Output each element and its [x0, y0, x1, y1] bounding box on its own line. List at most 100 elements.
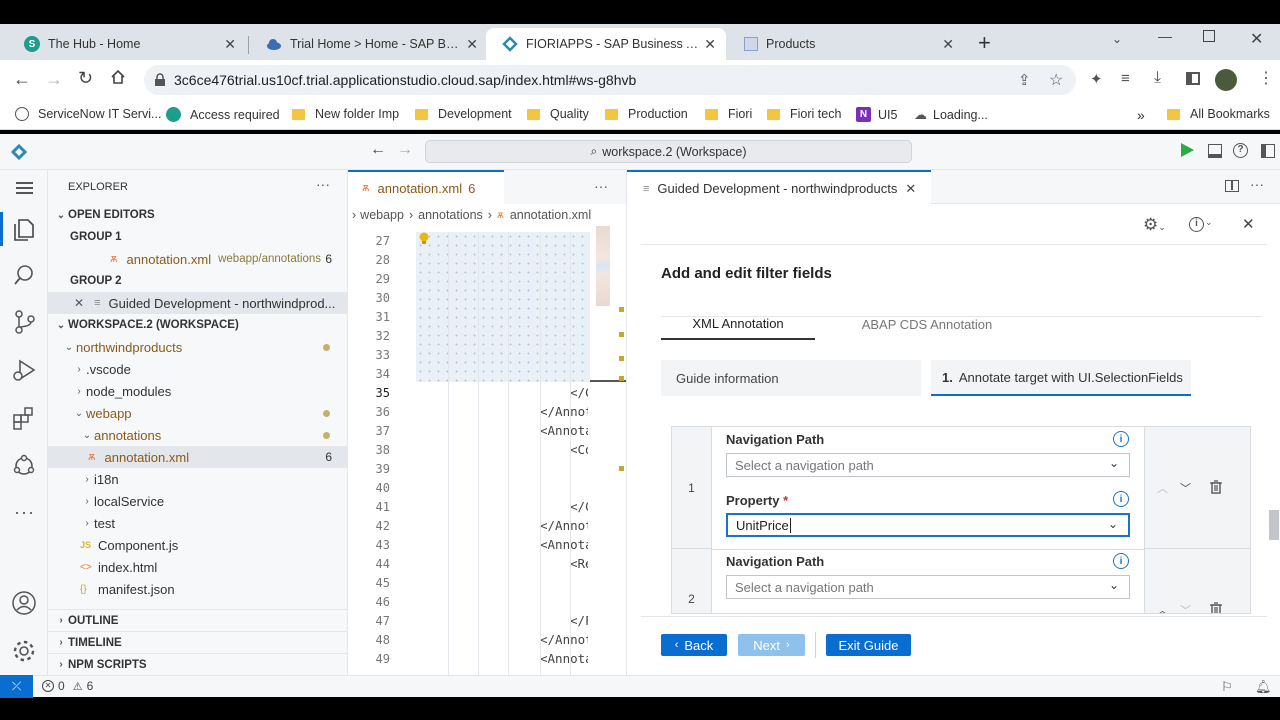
- close-icon[interactable]: ✕: [74, 296, 84, 310]
- tree-folder-node-modules[interactable]: › node_modules: [48, 380, 348, 402]
- site-info-icon[interactable]: [154, 73, 166, 87]
- property-select[interactable]: UnitPrice ⌄: [726, 513, 1130, 537]
- split-editor-icon[interactable]: [1225, 180, 1239, 192]
- search-icon[interactable]: [13, 264, 35, 286]
- close-icon[interactable]: ✕: [466, 36, 478, 53]
- window-close-icon[interactable]: ✕: [1250, 29, 1263, 49]
- problems-indicator[interactable]: ✕ 0 ⚠ 6: [42, 679, 93, 693]
- tab-xml-annotation[interactable]: XML Annotation: [661, 308, 815, 340]
- workspace-header[interactable]: ⌄ WORKSPACE.2 (WORKSPACE): [48, 314, 348, 336]
- browser-tab-hub[interactable]: S The Hub - Home ✕: [8, 28, 246, 60]
- run-debug-icon[interactable]: [12, 358, 36, 382]
- code-line[interactable]: </Annot: [540, 632, 588, 647]
- lightbulb-icon[interactable]: [418, 232, 430, 246]
- browser-tab-fioriapps[interactable]: FIORIAPPS - SAP Business Applic ✕: [486, 28, 726, 60]
- source-control-icon[interactable]: [14, 310, 36, 334]
- bookmark-ui5[interactable]: N UI5: [856, 107, 897, 122]
- more-icon[interactable]: ···: [14, 502, 35, 523]
- browser-menu-icon[interactable]: ⋮: [1258, 68, 1274, 88]
- service-center-icon[interactable]: [12, 454, 36, 478]
- move-down-icon[interactable]: ﹀: [1180, 480, 1191, 496]
- tree-file-component-js[interactable]: JS Component.js: [48, 534, 348, 556]
- guide-information-tab[interactable]: Guide information: [661, 360, 921, 396]
- reading-list-icon[interactable]: ≡: [1121, 70, 1130, 87]
- explorer-more-icon[interactable]: ···: [316, 176, 330, 192]
- help-icon[interactable]: ?: [1233, 143, 1248, 158]
- settings-gear-icon[interactable]: ⚙⌄: [1143, 215, 1166, 235]
- tree-file-manifest-json[interactable]: {} manifest.json: [48, 578, 348, 600]
- breadcrumb-item[interactable]: annotations: [418, 208, 483, 222]
- forward-arrow-icon[interactable]: →: [397, 141, 413, 159]
- side-panel-icon[interactable]: [1186, 72, 1200, 85]
- tree-folder-vscode[interactable]: › .vscode: [48, 358, 348, 380]
- open-editor-guided-dev[interactable]: ✕ ≡ Guided Development - northwindprod..…: [48, 292, 348, 314]
- tree-folder-northwindproducts[interactable]: ⌄ northwindproducts: [48, 336, 348, 358]
- reload-icon[interactable]: ↻: [78, 68, 93, 89]
- info-icon[interactable]: i: [1113, 491, 1129, 507]
- browser-tab-trial[interactable]: Trial Home > Home - SAP BTP C ✕: [250, 28, 488, 60]
- tree-folder-annotations[interactable]: ⌄ annotations: [48, 424, 348, 446]
- code-line[interactable]: </F: [570, 613, 588, 628]
- bookmark-fiori[interactable]: Fiori: [705, 107, 752, 121]
- code-line[interactable]: </C: [570, 499, 588, 514]
- npm-scripts-section[interactable]: › NPM SCRIPTS: [48, 653, 348, 675]
- tab-search-icon[interactable]: ⌄: [1112, 32, 1122, 46]
- run-icon[interactable]: [1181, 143, 1194, 157]
- explorer-icon[interactable]: [13, 218, 35, 242]
- layout-icon[interactable]: [1261, 144, 1275, 158]
- extensions-icon[interactable]: [12, 406, 36, 430]
- tree-folder-i18n[interactable]: › i18n: [48, 468, 348, 490]
- minimap[interactable]: [596, 226, 610, 306]
- tree-folder-localservice[interactable]: › localService: [48, 490, 348, 512]
- nav-path-select[interactable]: Select a navigation path ⌄: [726, 575, 1130, 599]
- step-annotate-tab[interactable]: 1. Annotate target with UI.SelectionFiel…: [931, 360, 1191, 396]
- tree-file-annotation-xml[interactable]: ѫ annotation.xml 6: [48, 446, 348, 468]
- bookmark-servicenow[interactable]: ServiceNow IT Servi...: [15, 107, 161, 121]
- bookmark-development[interactable]: Development: [415, 107, 512, 121]
- new-tab-icon[interactable]: +: [978, 30, 991, 56]
- bookmark-production[interactable]: Production: [605, 107, 688, 121]
- extensions-icon[interactable]: ✦: [1090, 70, 1103, 88]
- code-line[interactable]: <Annota: [540, 651, 588, 666]
- bas-logo-icon[interactable]: [10, 143, 28, 161]
- close-icon[interactable]: ✕: [704, 36, 716, 53]
- back-arrow-icon[interactable]: ←: [13, 69, 31, 90]
- bookmark-quality[interactable]: Quality: [527, 107, 589, 121]
- bookmark-access[interactable]: Access required: [166, 107, 280, 122]
- code-line[interactable]: </C: [570, 385, 588, 400]
- tree-folder-webapp[interactable]: ⌄ webapp: [48, 402, 348, 424]
- home-icon[interactable]: [110, 69, 126, 85]
- timeline-section[interactable]: › TIMELINE: [48, 631, 348, 653]
- delete-icon[interactable]: [1210, 602, 1222, 613]
- close-icon[interactable]: ✕: [905, 181, 916, 197]
- share-icon[interactable]: ⇪: [1018, 71, 1031, 89]
- breadcrumb-item[interactable]: annotation.xml: [510, 208, 591, 222]
- next-button[interactable]: Next ›: [738, 634, 805, 656]
- move-up-icon[interactable]: ︿: [1157, 602, 1168, 613]
- bookmark-star-icon[interactable]: ☆: [1049, 70, 1063, 90]
- command-center[interactable]: ⌕ workspace.2 (Workspace): [425, 140, 912, 163]
- close-guide-icon[interactable]: ✕: [1242, 215, 1255, 233]
- menu-icon[interactable]: [16, 182, 33, 194]
- close-icon[interactable]: ✕: [942, 36, 954, 53]
- code-line[interactable]: </Annot: [540, 518, 588, 533]
- restore-icon[interactable]: [1203, 30, 1215, 42]
- code-line[interactable]: <Co: [570, 442, 588, 457]
- bookmark-fiori-tech[interactable]: Fiori tech: [767, 107, 841, 121]
- all-bookmarks[interactable]: All Bookmarks: [1167, 107, 1270, 121]
- open-editor-annotation-xml[interactable]: ѫ annotation.xml webapp/annotations 6: [48, 248, 348, 270]
- panel-more-icon[interactable]: ···: [1250, 176, 1264, 192]
- info-icon[interactable]: i: [1113, 431, 1129, 447]
- bookmark-new-folder-imp[interactable]: New folder Imp: [292, 107, 399, 121]
- address-bar[interactable]: 3c6ce476trial.us10cf.trial.applicationst…: [144, 65, 1076, 95]
- tree-file-index-html[interactable]: <> index.html: [48, 556, 348, 578]
- editor-tab-annotation-xml[interactable]: ѫ annotation.xml 6: [348, 170, 504, 204]
- code-line[interactable]: </Annot: [540, 404, 588, 419]
- back-button[interactable]: ‹ Back: [661, 634, 727, 656]
- open-editors-header[interactable]: ⌄ OPEN EDITORS: [48, 204, 348, 226]
- gear-icon[interactable]: [12, 639, 36, 663]
- code-line[interactable]: <Re: [570, 556, 588, 571]
- avatar[interactable]: [1215, 69, 1237, 91]
- back-arrow-icon[interactable]: ←: [370, 141, 386, 159]
- outline-section[interactable]: › OUTLINE: [48, 609, 348, 631]
